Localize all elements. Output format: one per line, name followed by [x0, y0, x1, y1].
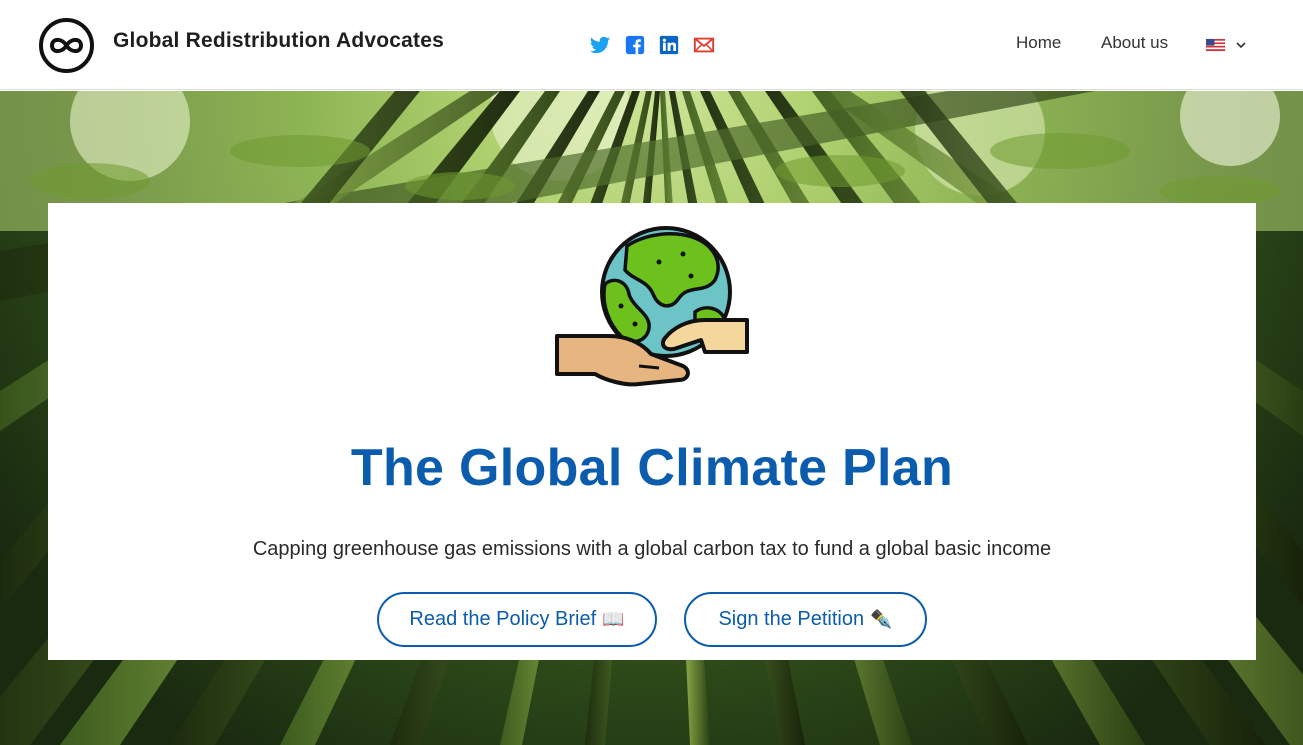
sign-petition-button[interactable]: Sign the Petition ✒️ — [684, 592, 927, 647]
page-title: The Global Climate Plan — [350, 439, 954, 497]
nav-home-link[interactable]: Home — [1016, 33, 1061, 53]
nav-about-link[interactable]: About us — [1101, 33, 1168, 53]
language-selector[interactable] — [1205, 35, 1250, 55]
globe-hands-icon — [555, 224, 751, 399]
sign-petition-label: Sign the Petition — [718, 608, 865, 630]
hero-card: The Global Climate Plan Capping greenhou… — [48, 203, 1256, 660]
pen-icon: ✒️ — [870, 609, 893, 630]
site-brand[interactable]: Global Redistribution Advocates — [113, 29, 444, 53]
read-policy-brief-button[interactable]: Read the Policy Brief 📖 — [377, 592, 657, 647]
page-subtitle: Capping greenhouse gas emissions with a … — [252, 538, 1052, 560]
open-book-icon: 📖 — [602, 609, 625, 630]
mail-icon[interactable] — [693, 34, 715, 56]
chevron-down-icon — [1236, 42, 1246, 49]
us-flag-icon — [1205, 38, 1226, 52]
infinity-logo-icon[interactable] — [38, 17, 95, 74]
twitter-icon[interactable] — [589, 34, 611, 56]
read-policy-brief-label: Read the Policy Brief — [409, 608, 597, 630]
linkedin-icon[interactable] — [658, 34, 680, 56]
site-header: Global Redistribution Advocates Home Abo… — [0, 0, 1303, 90]
facebook-icon[interactable] — [624, 34, 646, 56]
